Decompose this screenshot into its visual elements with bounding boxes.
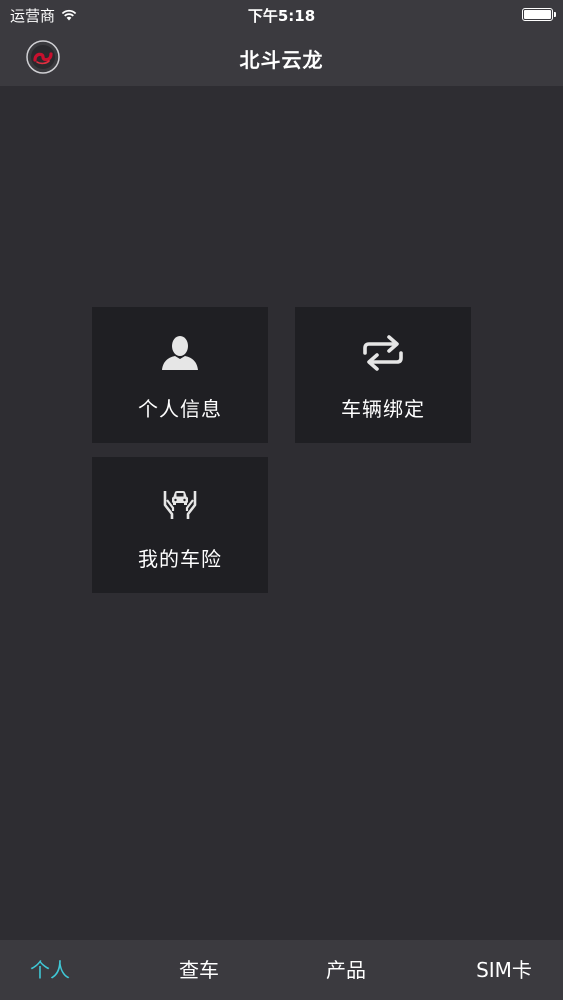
status-bar: 运营商 下午5:18 — [0, 0, 563, 30]
nav-bar: 北斗云龙 — [0, 30, 563, 86]
car-insurance-tile-label: 我的车险 — [138, 547, 222, 571]
tab-personal[interactable]: 个人 — [0, 940, 100, 1000]
car-insurance-tile[interactable]: 我的车险 — [92, 457, 268, 593]
tab-sim-card[interactable]: SIM卡 — [454, 940, 554, 1000]
person-icon — [158, 331, 202, 375]
tab-find-car[interactable]: 查车 — [149, 940, 249, 1000]
swap-arrows-icon — [361, 331, 405, 375]
profile-tile-label: 个人信息 — [138, 397, 222, 421]
car-insurance-hands-icon — [158, 481, 202, 525]
app-screen: 运营商 下午5:18 北斗云龙 个人信息 车辆绑定 我的车险 个人 查车 产品 … — [0, 0, 563, 1000]
tab-products[interactable]: 产品 — [296, 940, 396, 1000]
tab-bar: 个人 查车 产品 SIM卡 — [0, 940, 563, 1000]
vehicle-binding-tile-label: 车辆绑定 — [341, 397, 425, 421]
page-title: 北斗云龙 — [239, 48, 324, 72]
vehicle-binding-tile[interactable]: 车辆绑定 — [295, 307, 471, 443]
battery-icon — [522, 8, 556, 21]
status-time: 下午5:18 — [247, 7, 316, 25]
profile-tile[interactable]: 个人信息 — [92, 307, 268, 443]
battery-fill — [524, 10, 551, 19]
